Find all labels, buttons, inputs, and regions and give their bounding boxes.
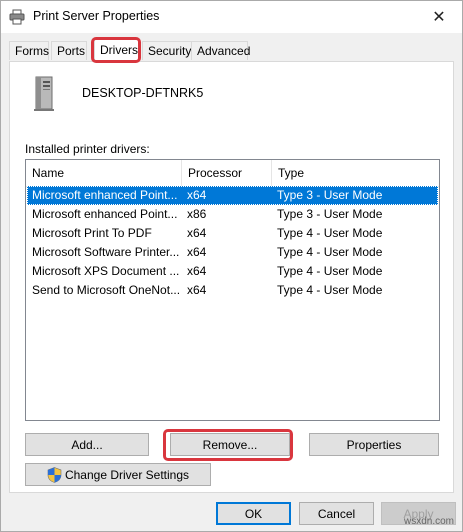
column-header-type[interactable]: Type (272, 160, 439, 186)
properties-button[interactable]: Properties (309, 433, 439, 456)
tab-security[interactable]: Security (142, 41, 192, 60)
printer-icon (9, 9, 25, 25)
tab-drivers[interactable]: Drivers (94, 39, 140, 62)
print-server-properties-window: Print Server Properties ✕ Forms Ports Dr… (0, 0, 463, 532)
server-name: DESKTOP-DFTNRK5 (82, 86, 204, 100)
ok-button[interactable]: OK (216, 502, 291, 525)
column-header-name[interactable]: Name (26, 160, 182, 186)
close-icon: ✕ (432, 8, 446, 26)
table-row[interactable]: Microsoft enhanced Point... x64 Type 3 -… (27, 186, 438, 205)
drivers-list[interactable]: Name Processor Type Microsoft enhanced P… (25, 159, 440, 421)
cancel-button[interactable]: Cancel (299, 502, 374, 525)
change-driver-settings-label: Change Driver Settings (64, 467, 190, 482)
tab-forms[interactable]: Forms (9, 41, 49, 60)
change-driver-settings-button[interactable]: Change Driver Settings (25, 463, 211, 486)
remove-driver-button[interactable]: Remove... (170, 433, 290, 456)
installed-drivers-label: Installed printer drivers: (25, 142, 150, 156)
drivers-panel: DESKTOP-DFTNRK5 Installed printer driver… (9, 61, 454, 493)
column-header-processor[interactable]: Processor (182, 160, 272, 186)
table-row[interactable]: Microsoft enhanced Point... x86 Type 3 -… (27, 205, 438, 224)
table-row[interactable]: Microsoft Print To PDF x64 Type 4 - User… (27, 224, 438, 243)
table-row[interactable]: Microsoft Software Printer... x64 Type 4… (27, 243, 438, 262)
table-row[interactable]: Microsoft XPS Document ... x64 Type 4 - … (27, 262, 438, 281)
server-computer-icon (34, 76, 54, 111)
add-driver-button[interactable]: Add... (25, 433, 149, 456)
watermark: wsxdn.com (403, 516, 454, 527)
list-header: Name Processor Type (26, 160, 439, 187)
uac-shield-icon (47, 466, 62, 483)
table-row[interactable]: Send to Microsoft OneNot... x64 Type 4 -… (27, 281, 438, 300)
tab-advanced[interactable]: Advanced (191, 41, 250, 60)
window-title: Print Server Properties (33, 9, 160, 23)
tab-ports[interactable]: Ports (51, 41, 87, 60)
title-bar: Print Server Properties ✕ (1, 1, 462, 33)
close-button[interactable]: ✕ (416, 1, 462, 32)
